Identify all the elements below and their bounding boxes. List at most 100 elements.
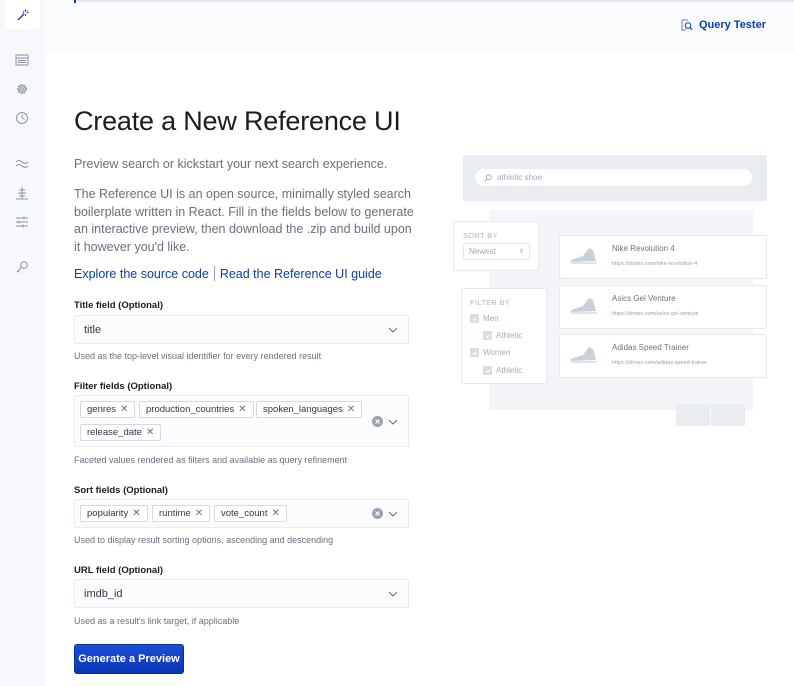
chip-label: popularity — [87, 508, 129, 519]
source-code-link[interactable]: Explore the source code — [74, 267, 209, 281]
preview-prev-page: ‹ — [676, 404, 710, 426]
filter-fields-help: Faceted values rendered as filters and a… — [74, 455, 348, 465]
sort-fields-combobox[interactable]: popularity ✕ runtime ✕ vote_count ✕ — [74, 499, 409, 528]
preview-result-name: Asics Gel Venture — [612, 294, 676, 303]
guide-link[interactable]: Read the Reference UI guide — [220, 267, 382, 281]
sliders-icon — [16, 216, 28, 228]
preview-search-box: athletic shoe — [475, 169, 752, 186]
url-field-select[interactable]: imdb_id — [74, 579, 409, 608]
sort-fields-label: Sort fields (Optional) — [74, 485, 168, 496]
sort-chip: popularity ✕ — [80, 505, 148, 522]
sidebar-item-indexes[interactable] — [14, 52, 30, 68]
page-title: Create a New Reference UI — [74, 106, 401, 136]
magic-wand-icon — [17, 9, 28, 20]
sort-fields-help: Used to display result sorting options, … — [74, 535, 334, 545]
clock-icon — [16, 112, 28, 124]
url-field-help: Used as a result's link target, if appli… — [74, 616, 240, 626]
chip-label: runtime — [159, 508, 191, 519]
title-field-label: Title field (Optional) — [74, 300, 164, 311]
preview-result-url: https://shoes.com/nike-revolution-4 — [612, 261, 698, 267]
chip-label: production_countries — [146, 404, 235, 415]
preview-result-name: Nike Revolution 4 — [612, 244, 675, 253]
preview-result-name: Adidas Speed Trainer — [612, 343, 689, 352]
shoe-icon — [570, 248, 597, 264]
remove-chip-icon[interactable]: ✕ — [120, 404, 128, 415]
progress-bar — [75, 0, 794, 2]
preview-result-card: Adidas Speed Trainer https://shoes.com/a… — [559, 334, 767, 378]
preview-sort-heading: SORT BY — [463, 231, 498, 240]
chip-label: release_date — [87, 427, 142, 438]
table-icon — [15, 54, 29, 66]
clear-all-icon[interactable] — [372, 416, 383, 427]
query-tester-label: Query Tester — [698, 19, 766, 31]
preview-result-url: https://shoes.com/asics-gel-venture — [612, 311, 699, 317]
checkbox-icon — [483, 366, 492, 375]
chevron-down-icon[interactable] — [388, 509, 398, 519]
preview-result-card: Nike Revolution 4 https://shoes.com/nike… — [559, 235, 767, 279]
chevron-down-icon — [388, 591, 398, 597]
sort-chip: vote_count ✕ — [214, 505, 287, 522]
updown-icon: ⇕ — [518, 249, 524, 255]
preview-search-text: athletic shoe — [497, 173, 542, 182]
checkbox-icon — [470, 314, 479, 323]
url-field-value: imdb_id — [84, 588, 123, 600]
sidebar-item-history[interactable] — [14, 110, 30, 126]
approx-icon — [15, 160, 29, 168]
preview-result-card: Asics Gel Venture https://shoes.com/asic… — [559, 285, 767, 329]
chevron-down-icon — [388, 327, 398, 333]
chip-label: spoken_languages — [263, 404, 343, 415]
filter-fields-label: Filter fields (Optional) — [74, 381, 173, 392]
preview-sort-value: Newest — [469, 247, 496, 256]
gear-icon — [17, 84, 27, 94]
url-field-label: URL field (Optional) — [74, 565, 164, 576]
title-field-help: Used as the top-level visual identifier … — [74, 351, 322, 361]
chip-label: genres — [87, 404, 117, 415]
remove-chip-icon[interactable]: ✕ — [238, 404, 246, 415]
tree-icon — [16, 187, 28, 200]
sidebar-item-settings[interactable] — [14, 81, 30, 97]
filter-chip: release_date ✕ — [80, 424, 162, 441]
clear-all-icon[interactable] — [372, 508, 383, 519]
link-separator — [213, 266, 215, 281]
chip-label: vote_count — [221, 508, 268, 519]
sidebar — [0, 0, 45, 686]
preview-filter-heading: FILTER BY — [470, 298, 511, 307]
filter-chip: production_countries ✕ — [139, 401, 254, 418]
preview-filter-label: Men — [483, 314, 499, 323]
checkbox-icon — [470, 348, 479, 357]
preview-filter-label: Women — [483, 348, 511, 357]
sidebar-item-tuning[interactable] — [14, 214, 30, 230]
preview-filter-label: Athletic — [496, 366, 523, 375]
shoe-icon — [570, 298, 597, 314]
shoe-icon — [570, 347, 597, 363]
filter-chip: spoken_languages ✕ — [256, 401, 363, 418]
remove-chip-icon[interactable]: ✕ — [146, 427, 154, 438]
doc-links: Explore the source code Read the Referen… — [74, 266, 382, 281]
magnify-doc-icon — [681, 19, 693, 31]
chevron-down-icon[interactable] — [388, 417, 398, 427]
sidebar-item-ranking[interactable] — [14, 185, 30, 201]
preview-result-url: https://shoes.com/adidas-speed-trainer — [612, 360, 708, 366]
remove-chip-icon[interactable]: ✕ — [132, 508, 140, 519]
preview-next-page: › — [711, 404, 745, 426]
generate-preview-button[interactable]: Generate a Preview — [74, 644, 184, 674]
checkbox-icon — [483, 331, 492, 340]
filter-fields-combobox[interactable]: genres ✕ production_countries ✕ spoken_lan… — [74, 395, 409, 447]
query-tester-button[interactable]: Query Tester — [681, 19, 766, 31]
key-icon — [16, 261, 28, 273]
remove-chip-icon[interactable]: ✕ — [195, 508, 203, 519]
filter-chip: genres ✕ — [80, 401, 136, 418]
page-lead: Preview search or kickstart your next se… — [74, 157, 388, 171]
title-field-value: title — [84, 324, 102, 336]
page-description: The Reference UI is an open source, mini… — [74, 187, 414, 254]
title-field-select[interactable]: title — [74, 315, 409, 344]
remove-chip-icon[interactable]: ✕ — [347, 404, 355, 415]
sidebar-item-relevance[interactable] — [14, 156, 30, 172]
sort-chip: runtime ✕ — [152, 505, 211, 522]
app-logo-button[interactable] — [5, 0, 40, 29]
search-icon — [484, 173, 492, 182]
top-header: Query Tester — [45, 0, 794, 52]
remove-chip-icon[interactable]: ✕ — [271, 508, 279, 519]
progress-bar-start — [74, 0, 76, 3]
sidebar-item-api-keys[interactable] — [14, 259, 30, 275]
